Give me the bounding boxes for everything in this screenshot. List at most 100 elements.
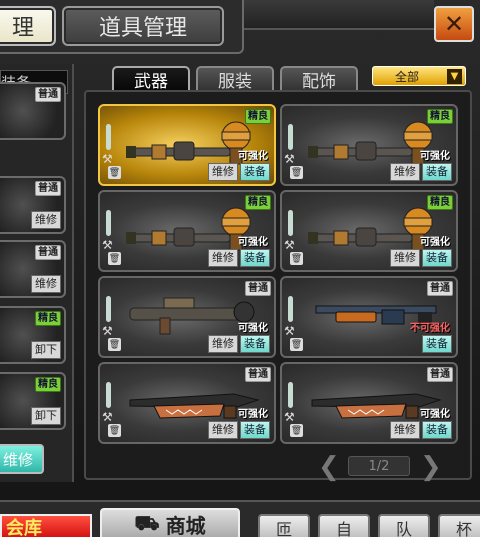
shop-label: 商城 — [165, 513, 206, 537]
equip-button[interactable]: 装备 — [422, 249, 452, 267]
hammer-icon: ⚒ — [284, 324, 295, 338]
trash-icon[interactable]: 🗑 — [108, 338, 121, 351]
repair-button[interactable]: 维修 — [208, 249, 238, 267]
quality-badge: 普通 — [35, 87, 61, 102]
repair-button[interactable]: 维修 — [31, 275, 61, 293]
hammer-icon: ⚒ — [102, 238, 113, 252]
quality-badge: 普通 — [245, 367, 271, 382]
prev-page-icon[interactable]: ❮ — [318, 452, 340, 482]
durability-bar — [106, 296, 111, 322]
item-card[interactable]: ⚒ 🗑 精良可强化 维修 装备 — [98, 190, 276, 272]
trash-icon[interactable]: 🗑 — [108, 166, 121, 179]
tab-item-management[interactable]: 道具管理 — [62, 6, 224, 46]
filter-dropdown[interactable]: 全部 ▼ — [372, 66, 466, 86]
item-card[interactable]: ⚒ 🗑 精良可强化 维修 装备 — [98, 104, 276, 186]
quality-badge: 普通 — [427, 281, 453, 296]
card-actions: 维修 装备 — [208, 249, 270, 267]
shop-button[interactable]: ⛟ 商城 — [100, 508, 240, 537]
trash-icon[interactable]: 🗑 — [108, 252, 121, 265]
equip-button[interactable]: 装备 — [422, 421, 452, 439]
durability-bar — [106, 210, 111, 236]
equip-button[interactable]: 装备 — [240, 249, 270, 267]
close-button[interactable]: ✕ — [434, 6, 474, 42]
tab-weapons[interactable]: 武器 — [112, 66, 190, 92]
upgrade-status: 可强化 — [238, 237, 268, 248]
hammer-icon: ⚒ — [284, 238, 295, 252]
repair-button[interactable]: 维修 — [208, 163, 238, 181]
tab-clothing[interactable]: 服装 — [196, 66, 274, 92]
card-actions: 装备 — [422, 335, 452, 353]
card-actions: 维修 装备 — [208, 163, 270, 181]
unequip-button[interactable]: 卸下 — [31, 407, 61, 425]
equipped-item[interactable]: 精良 卸下 — [0, 372, 66, 430]
upgrade-status: 可强化 — [238, 323, 268, 334]
repair-button[interactable]: 维修 — [390, 249, 420, 267]
hammer-icon: ⚒ — [284, 152, 295, 166]
tab-partial[interactable]: 理 — [0, 6, 56, 46]
repair-button[interactable]: 维修 — [31, 211, 61, 229]
quality-badge: 精良 — [427, 195, 453, 210]
trash-icon[interactable]: 🗑 — [290, 338, 303, 351]
upgrade-status: 可强化 — [238, 151, 268, 162]
equip-button[interactable]: 装备 — [422, 335, 452, 353]
bottom-icon-3[interactable]: 队 — [378, 514, 430, 537]
next-page-icon[interactable]: ❯ — [420, 452, 442, 482]
repair-button[interactable]: 维修 — [390, 421, 420, 439]
trash-icon[interactable]: 🗑 — [290, 252, 303, 265]
equip-button[interactable]: 装备 — [240, 163, 270, 181]
repair-button[interactable]: 维修 — [208, 421, 238, 439]
cart-icon: ⛟ — [134, 510, 160, 535]
durability-bar — [106, 382, 111, 408]
item-card[interactable]: ⚒ 🗑 普通不可强化 装备 — [280, 276, 458, 358]
item-card[interactable]: ⚒ 🗑 精良 可强化 维修 装备 — [280, 190, 458, 272]
card-actions: 维修 装备 — [390, 421, 452, 439]
chevron-down-icon: ▼ — [447, 69, 462, 84]
equipped-item[interactable]: 普通 维修 — [0, 240, 66, 298]
repair-all-button[interactable]: 维修 — [0, 444, 44, 474]
durability-bar — [106, 124, 111, 150]
top-rail — [244, 0, 434, 30]
inventory-screen: 理 道具管理 ✕ 装备 普通普通维修普通维修精良卸下精良卸下 维修 武器 服装 … — [0, 0, 480, 537]
quality-badge: 普通 — [35, 181, 61, 196]
durability-bar — [288, 124, 293, 150]
durability-bar — [288, 210, 293, 236]
quality-badge: 精良 — [245, 195, 271, 210]
equip-button[interactable]: 装备 — [240, 335, 270, 353]
repair-button[interactable]: 维修 — [208, 335, 238, 353]
hammer-icon: ⚒ — [102, 324, 113, 338]
equipped-item[interactable]: 精良 卸下 — [0, 306, 66, 364]
item-card[interactable]: ⚒ 🗑 普通 可强化 维修 装备 — [98, 362, 276, 444]
quality-badge: 精良 — [427, 109, 453, 124]
equip-button[interactable]: 装备 — [422, 163, 452, 181]
equipped-item[interactable]: 普通 维修 — [0, 176, 66, 234]
trash-icon[interactable]: 🗑 — [290, 166, 303, 179]
close-icon: ✕ — [443, 10, 465, 38]
equipped-item[interactable]: 普通 — [0, 82, 66, 140]
equip-button[interactable]: 装备 — [240, 421, 270, 439]
quality-badge: 精良 — [35, 311, 61, 326]
trash-icon[interactable]: 🗑 — [290, 424, 303, 437]
hammer-icon: ⚒ — [102, 152, 113, 166]
durability-bar — [288, 296, 293, 322]
card-actions: 维修 装备 — [208, 421, 270, 439]
bottom-icon-2[interactable]: 自 — [318, 514, 370, 537]
warehouse-button[interactable]: 会库 — [0, 514, 92, 537]
repair-button[interactable]: 维修 — [390, 163, 420, 181]
quality-badge: 精良 — [245, 109, 271, 124]
item-card[interactable]: ⚒ 🗑 普通 可强化 维修 装备 — [98, 276, 276, 358]
trash-icon[interactable]: 🗑 — [108, 424, 121, 437]
unequip-button[interactable]: 卸下 — [31, 341, 61, 359]
bottom-icon-1[interactable]: 匝 — [258, 514, 310, 537]
item-card[interactable]: ⚒ 🗑 精良可强化 维修 装备 — [280, 104, 458, 186]
quality-badge: 精良 — [35, 377, 61, 392]
durability-bar — [288, 382, 293, 408]
card-actions: 维修 装备 — [390, 163, 452, 181]
tab-accessories[interactable]: 配饰 — [280, 66, 358, 92]
upgrade-status: 不可强化 — [410, 323, 450, 334]
item-card[interactable]: ⚒ 🗑 普通 可强化 维修 装备 — [280, 362, 458, 444]
trophy-icon[interactable]: 杯 — [438, 514, 480, 537]
upgrade-status: 可强化 — [238, 409, 268, 420]
quality-badge: 普通 — [35, 245, 61, 260]
upgrade-status: 可强化 — [420, 409, 450, 420]
upgrade-status: 可强化 — [420, 151, 450, 162]
